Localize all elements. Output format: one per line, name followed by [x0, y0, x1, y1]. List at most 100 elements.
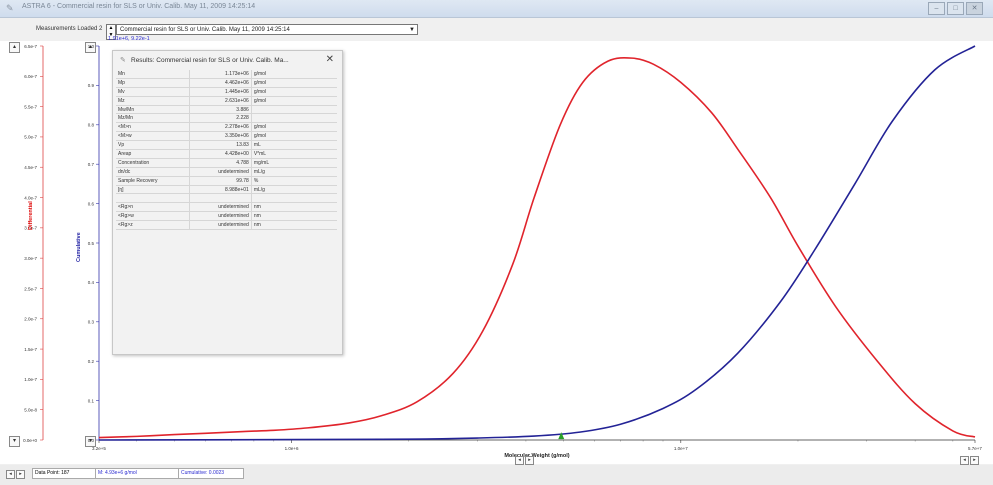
results-value: 2.278e+06 [189, 122, 252, 133]
y-right-tick-label: 0.0 [88, 438, 95, 443]
y-left-tick-label: 2.0e-7 [24, 317, 37, 322]
results-row: Areap 4.428e+00 V*mL [116, 149, 337, 159]
results-name: [η] [116, 185, 190, 195]
y-left-tick-label: 5.5e-7 [24, 104, 37, 109]
pan-x-right-button[interactable]: ▸ [525, 456, 534, 465]
results-name: Mp [116, 78, 190, 88]
y-right-tick-label: 0.7 [88, 162, 95, 167]
results-panel-title: Results: Commercial resin for SLS or Uni… [131, 57, 289, 64]
y-axis-right-label: Cumulative [76, 232, 82, 262]
nav-prev-button[interactable]: ▸ [16, 470, 25, 479]
results-row: [η] 8.988e+01 mL/g [116, 185, 337, 195]
y-right-tick-label: 1.0 [88, 44, 95, 49]
results-unit: g/mol [251, 78, 337, 88]
results-value: 13.83 [189, 140, 252, 151]
results-row: <Rg>n undetermined nm [116, 202, 337, 213]
results-row: Mz 2.631e+06 g/mol [116, 96, 337, 106]
results-value: 4.788 [189, 158, 252, 168]
results-panel-header[interactable]: ✎ Results: Commercial resin for SLS or U… [113, 51, 342, 70]
zoom-x-right-button[interactable]: ▸ [970, 456, 979, 465]
results-row: Mn 1.173e+06 g/mol [116, 70, 337, 79]
y-axis-left-label: Differential [28, 201, 34, 230]
results-row: Mv 1.445e+06 g/mol [116, 87, 337, 97]
results-unit: g/mol [251, 122, 337, 133]
results-value: 8.988e+01 [189, 185, 252, 195]
y-right-tick-label: 0.8 [88, 123, 95, 128]
results-unit: mg/mL [251, 158, 337, 168]
y-right-tick-label: 0.2 [88, 359, 95, 364]
x-tick-label: 1.0e+7 [674, 446, 688, 451]
results-name: Sample Recovery [116, 176, 190, 186]
results-row: Sample Recovery 99.78% [116, 176, 337, 186]
nav-first-button[interactable]: ◂ [6, 470, 15, 479]
results-name: Mw/Mn [116, 105, 190, 115]
results-value: 3.350e+06 [189, 131, 252, 142]
results-unit: mL [251, 140, 337, 151]
results-panel[interactable]: ✎ Results: Commercial resin for SLS or U… [112, 50, 343, 355]
results-name: dn/dc [116, 167, 190, 177]
results-unit [251, 193, 337, 204]
results-row [116, 193, 337, 204]
results-unit: mL/g [251, 185, 337, 195]
cumulative-readout: Cumulative: 0.0023 [178, 468, 244, 479]
results-unit: nm [251, 211, 337, 222]
results-value: 1.445e+06 [189, 87, 252, 97]
results-name: <Rg>n [116, 202, 190, 213]
results-unit: mL/g [251, 167, 337, 177]
y-left-tick-label: 5.0e-8 [24, 407, 37, 412]
results-row: <Rg>w undetermined nm [116, 211, 337, 222]
results-unit [251, 105, 337, 115]
results-name: <Rg>z [116, 220, 190, 231]
y-right-tick-label: 0.3 [88, 320, 95, 325]
results-name: Mz/Mn [116, 113, 190, 124]
mw-readout: M: 4.93e+6 g/mol [95, 468, 181, 479]
y-left-tick-label: 4.0e-7 [24, 195, 37, 200]
pan-x-left-button[interactable]: ◂ [515, 456, 524, 465]
results-name: Mn [116, 70, 190, 79]
results-table: Mn 1.173e+06 g/mol Mp 4.462e+06 g/mol Mv 1.445e… [116, 70, 337, 231]
results-unit [251, 113, 337, 124]
close-icon[interactable]: ✕ [326, 50, 334, 69]
results-name: Mv [116, 87, 190, 97]
status-bar: ◂ ▸ Data Point: 187 M: 4.93e+6 g/mol Cum… [0, 456, 993, 485]
pin-icon[interactable]: ✎ [120, 51, 126, 70]
results-unit: nm [251, 202, 337, 213]
results-unit: V*mL [251, 149, 337, 159]
results-row: Concentration 4.788 mg/mL [116, 158, 337, 168]
y-left-tick-label: 5.0e-7 [24, 135, 37, 140]
results-row: dn/dc undetermined mL/g [116, 167, 337, 177]
y-left-tick-label: 1.5e-7 [24, 347, 37, 352]
results-value: 2.228 [189, 113, 252, 124]
y-right-tick-label: 0.1 [88, 398, 95, 403]
y-left-tick-label: 3.0e-7 [24, 256, 37, 261]
results-unit: g/mol [251, 131, 337, 142]
results-name: Vp [116, 140, 190, 151]
x-tick-label: 5.7e+7 [968, 446, 982, 451]
results-row: <M>n 2.278e+06 g/mol [116, 122, 337, 133]
results-unit: g/mol [251, 70, 337, 79]
results-value: undetermined [189, 202, 252, 213]
results-name [116, 193, 190, 204]
results-unit: g/mol [251, 96, 337, 106]
results-unit: nm [251, 220, 337, 231]
results-value: undetermined [189, 220, 252, 231]
results-row: Mp 4.462e+06 g/mol [116, 78, 337, 88]
y-left-tick-label: 4.5e-7 [24, 165, 37, 170]
results-row: <M>w 3.350e+06 g/mol [116, 131, 337, 142]
results-value [189, 193, 252, 204]
y-left-tick-label: 6.0e-7 [24, 74, 37, 79]
y-left-tick-label: 2.5e-7 [24, 286, 37, 291]
results-value: 1.173e+06 [189, 70, 252, 79]
y-left-tick-label: 1.0e-7 [24, 377, 37, 382]
results-unit: g/mol [251, 87, 337, 97]
results-row: Vp 13.83 mL [116, 140, 337, 151]
results-name: Areap [116, 149, 190, 159]
zoom-x-left-button[interactable]: ◂ [960, 456, 969, 465]
results-value: 2.631e+06 [189, 96, 252, 106]
data-point-readout: Data Point: 187 [32, 468, 98, 479]
y-left-tick-label: 0.0e+0 [23, 438, 37, 443]
x-tick-label: 3.2e+5 [92, 446, 106, 451]
results-value: undetermined [189, 211, 252, 222]
results-value: undetermined [189, 167, 252, 177]
results-row: <Rg>z undetermined nm [116, 220, 337, 231]
